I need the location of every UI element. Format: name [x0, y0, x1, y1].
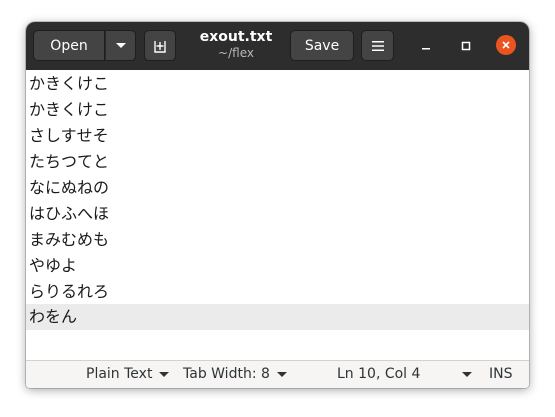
chevron-down-icon [462, 372, 473, 377]
cursor-position-label: Ln 10, Col 4 [337, 366, 421, 382]
text-line: やゆよ [29, 256, 78, 275]
new-tab-icon [154, 40, 166, 53]
text-line: はひふへほ [29, 204, 110, 223]
chevron-down-icon [159, 372, 170, 377]
cursor-position-selector[interactable]: Ln 10, Col 4 [337, 361, 473, 388]
chevron-down-icon [115, 42, 126, 48]
save-button[interactable]: Save [290, 30, 354, 61]
new-tab-button[interactable] [144, 30, 176, 61]
minimize-button[interactable] [416, 36, 436, 56]
open-recent-dropdown[interactable] [105, 30, 136, 61]
statusbar: Plain Text Tab Width: 8 Ln 10, Col 4 INS [26, 360, 529, 388]
title-box: exout.txt ~/flex [186, 29, 286, 63]
text-line: かきくけこ [29, 74, 110, 93]
open-button[interactable]: Open [33, 30, 105, 61]
close-button[interactable] [496, 35, 516, 55]
tab-width-label: Tab Width: 8 [183, 366, 270, 382]
tab-width-selector[interactable]: Tab Width: 8 [183, 361, 287, 388]
current-line: わをん [26, 304, 529, 330]
headerbar: Open exout.txt ~/flex Save [26, 22, 529, 70]
insert-mode-label: INS [489, 366, 513, 382]
close-icon [502, 41, 510, 49]
window-title: exout.txt [199, 29, 273, 45]
menu-button[interactable] [361, 30, 394, 61]
text-line: かきくけこ [29, 100, 110, 119]
minimize-icon [422, 48, 430, 50]
chevron-down-icon [276, 372, 287, 377]
maximize-icon [461, 41, 471, 51]
insert-mode-indicator[interactable]: INS [489, 361, 513, 388]
gedit-window: Open exout.txt ~/flex Save かきくけこ かきくけこ さ… [26, 22, 529, 388]
text-line: らりるれろ [29, 282, 110, 301]
hamburger-menu-icon [371, 40, 384, 51]
open-button-group: Open [33, 30, 136, 61]
maximize-button[interactable] [456, 36, 476, 56]
text-editor[interactable]: かきくけこ かきくけこ さしすせそ たちつてと なにぬねの はひふへほ まみむめ… [26, 70, 529, 360]
language-label: Plain Text [86, 366, 153, 382]
text-line: なにぬねの [29, 178, 110, 197]
text-line: さしすせそ [29, 126, 109, 145]
language-selector[interactable]: Plain Text [86, 361, 170, 388]
text-line: まみむめも [29, 230, 110, 249]
window-subtitle: ~/flex [218, 46, 254, 60]
text-line: たちつてと [29, 152, 110, 171]
